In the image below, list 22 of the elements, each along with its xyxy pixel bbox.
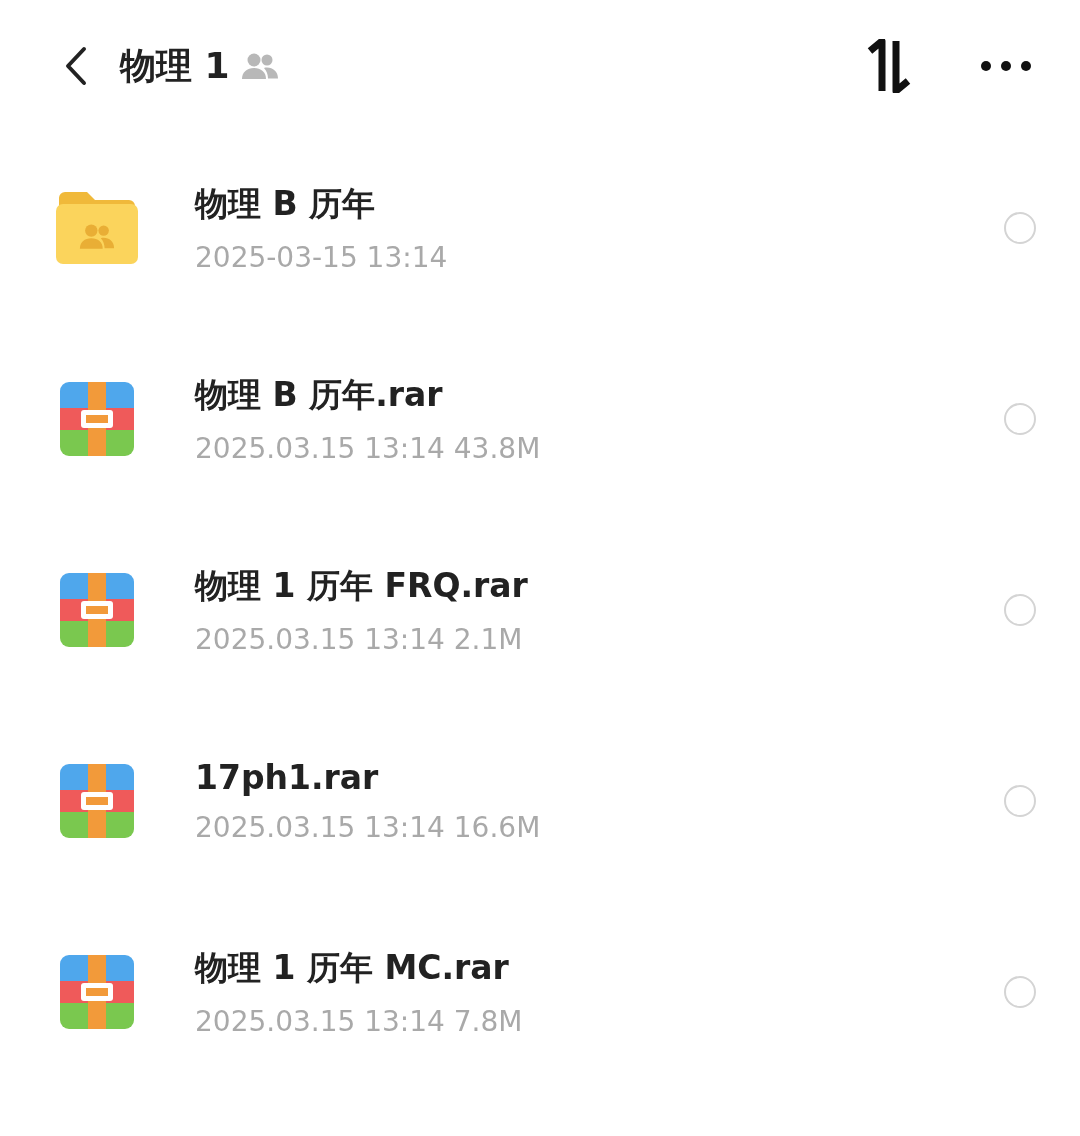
file-meta: 2025.03.15 13:14 16.6M [195, 810, 542, 844]
archive-icon [60, 954, 134, 1029]
file-name[interactable]: 物理 1 历年 MC.rar [195, 945, 1004, 991]
archive-icon [60, 763, 134, 838]
shared-folder-icon [55, 189, 139, 266]
select-radio[interactable] [1004, 402, 1036, 435]
file-name[interactable]: 物理 1 历年 FRQ.rar [195, 563, 1004, 609]
file-name[interactable]: 物理 B 历年 [195, 181, 1004, 227]
select-radio[interactable] [1004, 784, 1036, 817]
select-radio[interactable] [1004, 593, 1036, 626]
more-button[interactable] [980, 60, 1032, 72]
archive-icon [60, 572, 134, 647]
file-meta: 2025-03-15 13:14 [195, 240, 449, 274]
archive-icon [60, 381, 134, 456]
file-meta: 2025.03.15 13:14 2.1M [195, 622, 524, 656]
select-radio[interactable] [1004, 975, 1036, 1008]
file-meta: 2025.03.15 13:14 7.8M [195, 1004, 524, 1038]
file-name[interactable]: 17ph1.rar [195, 757, 1004, 797]
select-radio[interactable] [1004, 211, 1036, 244]
file-meta: 2025.03.15 13:14 43.8M [195, 431, 542, 465]
folder-title: 物理 1 [120, 43, 230, 88]
file-name[interactable]: 物理 B 历年.rar [195, 372, 1004, 418]
